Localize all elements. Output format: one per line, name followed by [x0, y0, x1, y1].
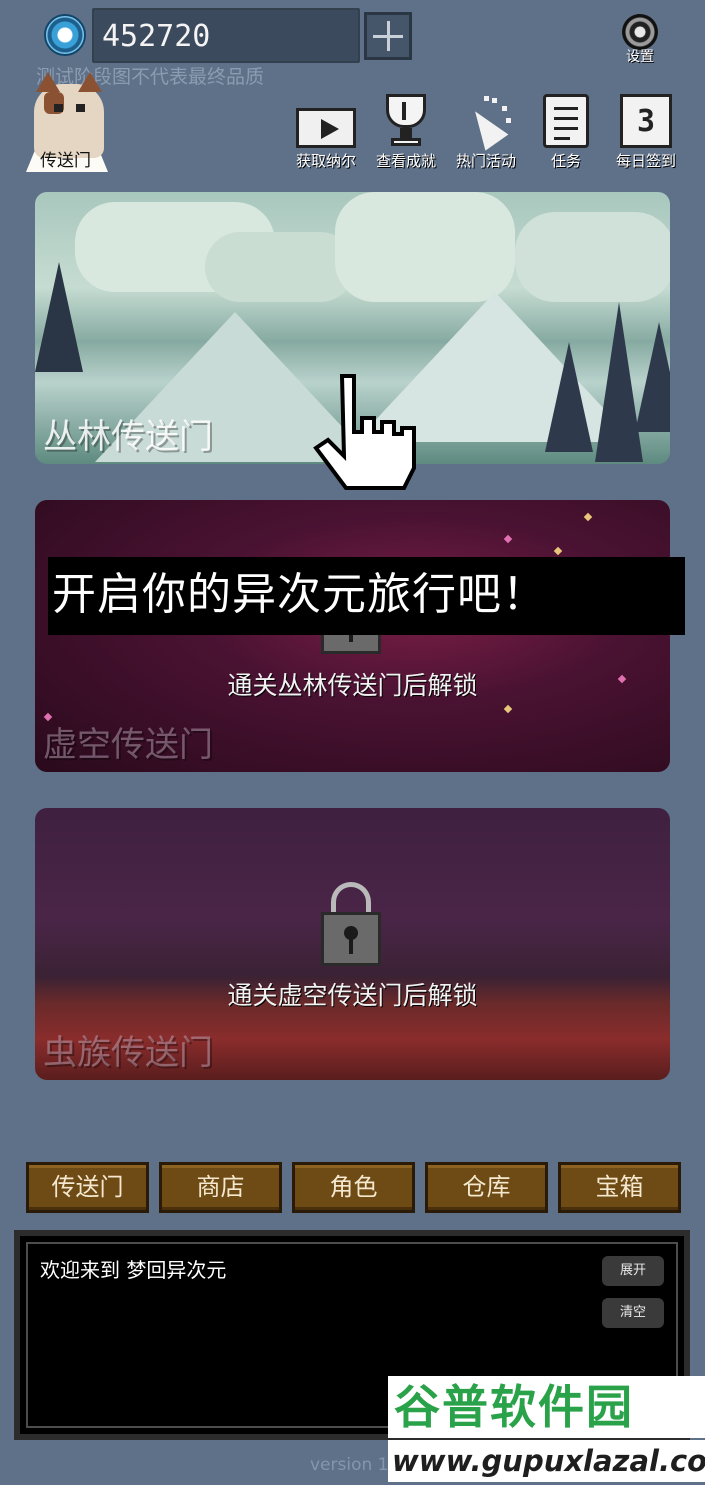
get-nar-button[interactable]: 获取纳尔: [286, 90, 366, 171]
nav-shop-button[interactable]: 商店: [159, 1162, 282, 1213]
achievements-button[interactable]: 查看成就: [366, 90, 446, 171]
portal-shortcut-label: 传送门: [40, 151, 91, 171]
calendar-icon: 3: [620, 94, 672, 148]
settings-button[interactable]: 设置: [614, 14, 666, 66]
settings-label: 设置: [626, 49, 654, 65]
version-label: version 1.: [310, 1455, 394, 1475]
nav-character-button[interactable]: 角色: [292, 1162, 415, 1213]
portal-title: 虫族传送门: [43, 1033, 213, 1073]
crystal-currency-icon: [44, 14, 86, 56]
site-watermark: 谷普软件园 www.gupuxlazal.com: [388, 1376, 705, 1485]
menu-label: 获取纳尔: [295, 152, 356, 170]
pointer-hand-icon: [313, 374, 416, 490]
nav-warehouse-button[interactable]: 仓库: [425, 1162, 548, 1213]
nav-chest-button[interactable]: 宝箱: [558, 1162, 681, 1213]
watermark-url: www.gupuxlazal.com: [388, 1440, 705, 1482]
daily-checkin-button[interactable]: 3 每日签到: [606, 90, 686, 171]
add-currency-button[interactable]: [364, 12, 412, 60]
watermark-title: 谷普软件园: [388, 1376, 705, 1438]
unlock-hint: 通关虚空传送门后解锁: [227, 981, 478, 1010]
scroll-icon: [543, 94, 589, 148]
tutorial-banner: 开启你的异次元旅行吧！: [48, 557, 685, 635]
expand-log-button[interactable]: 展开: [602, 1256, 664, 1286]
portal-title: 虚空传送门: [43, 725, 213, 765]
portal-title: 丛林传送门: [43, 417, 213, 457]
insect-portal-card[interactable]: 通关虚空传送门后解锁 虫族传送门: [35, 808, 670, 1080]
menu-label: 每日签到: [615, 152, 676, 170]
currency-amount: 452720: [92, 8, 360, 63]
tasks-button[interactable]: 任务: [526, 90, 606, 171]
video-icon: [296, 108, 356, 148]
top-menu: 获取纳尔 查看成就 热门活动 任务 3 每日签到: [286, 90, 686, 171]
menu-label: 热门活动: [455, 152, 516, 170]
bottom-nav: 传送门 商店 角色 仓库 宝箱: [26, 1162, 681, 1213]
menu-label: 查看成就: [375, 152, 436, 170]
void-portal-card[interactable]: 通关丛林传送门后解锁 虚空传送门: [35, 500, 670, 772]
nav-portal-button[interactable]: 传送门: [26, 1162, 149, 1213]
unlock-hint: 通关丛林传送门后解锁: [227, 671, 478, 700]
portal-shortcut-button[interactable]: 传送门: [26, 72, 108, 172]
log-message: 欢迎来到 梦回异次元: [40, 1258, 227, 1282]
party-popper-icon: [458, 96, 514, 151]
trophy-icon: [381, 94, 431, 148]
menu-label: 任务: [550, 152, 581, 170]
clear-log-button[interactable]: 清空: [602, 1298, 664, 1328]
lock-icon: [321, 882, 381, 966]
gear-icon: [622, 14, 658, 50]
events-button[interactable]: 热门活动: [446, 90, 526, 171]
